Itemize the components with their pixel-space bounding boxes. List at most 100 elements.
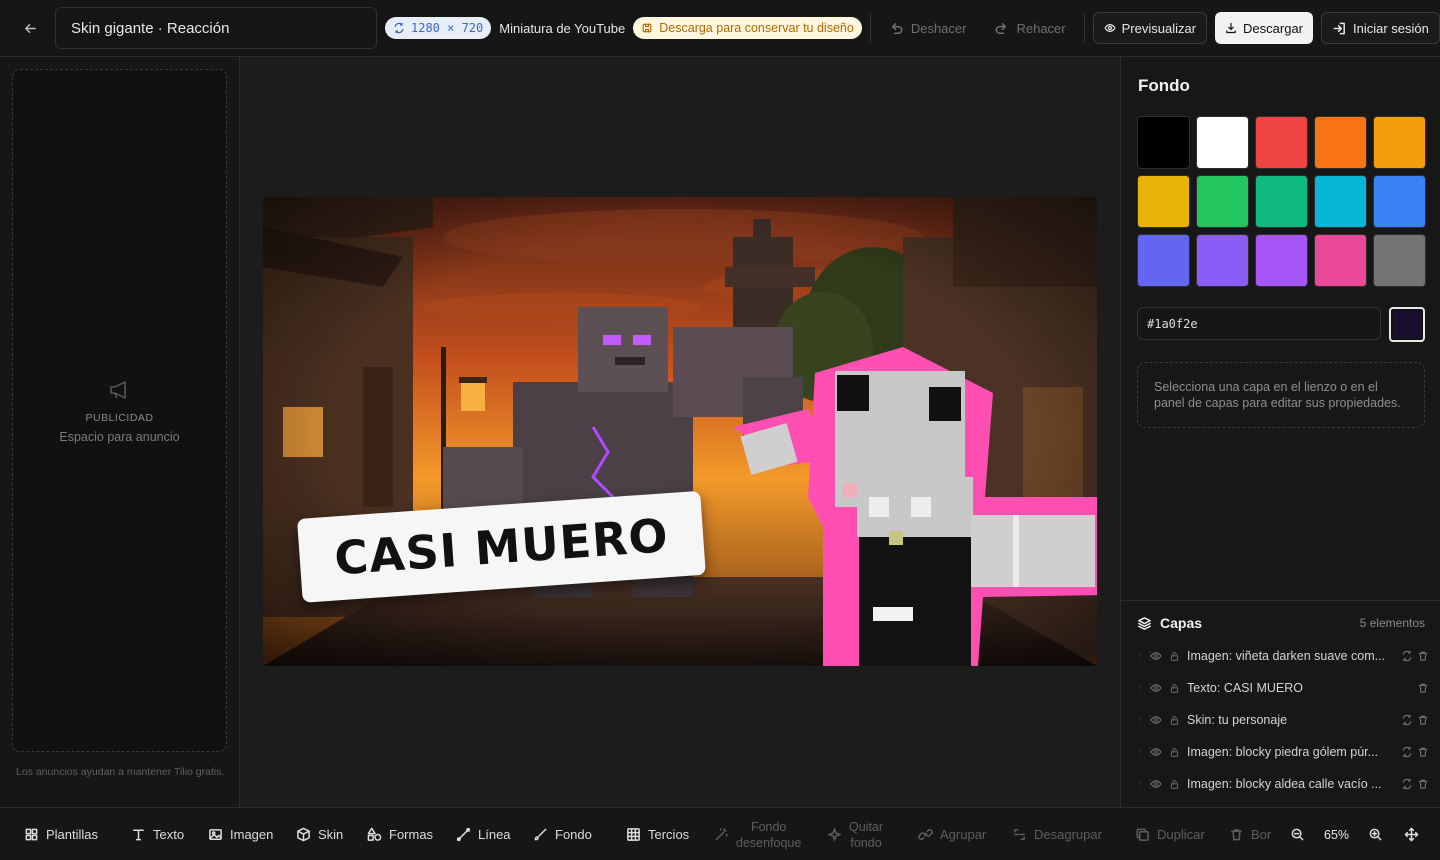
thirds-tool-label: Tercios (648, 827, 690, 842)
ad-sidebar: PUBLICIDAD Espacio para anuncio Los anun… (0, 57, 240, 807)
login-label: Iniciar sesión (1353, 20, 1429, 36)
lock-icon[interactable] (1165, 651, 1183, 662)
zoom-out-button[interactable] (1290, 808, 1305, 860)
copy-icon (1136, 828, 1149, 841)
line-tool-button[interactable]: Línea (456, 808, 511, 860)
download-button[interactable]: Descargar (1215, 12, 1313, 44)
color-swatch-grid (1137, 116, 1426, 287)
layers-title: Capas (1137, 615, 1202, 631)
remove-background-button[interactable]: Quitar fondo (827, 808, 883, 860)
lock-icon[interactable] (1165, 683, 1183, 694)
save-icon (642, 23, 652, 33)
remove-background-label-1: Quitar (849, 819, 884, 834)
color-swatch[interactable] (1373, 234, 1426, 287)
color-swatch[interactable] (1255, 175, 1308, 228)
color-swatch[interactable] (1137, 116, 1190, 169)
trash-icon[interactable] (1415, 714, 1431, 726)
layer-row[interactable]: ⋮⋮ Imagen: viñeta darken suave com... (1135, 644, 1431, 668)
eye-icon[interactable] (1147, 714, 1165, 726)
blur-background-button[interactable]: Fondo desenfoque (714, 808, 801, 860)
drag-handle-icon[interactable]: ⋮⋮ (1135, 747, 1155, 758)
replace-icon[interactable] (1399, 714, 1415, 726)
color-picker-button[interactable] (1389, 307, 1425, 342)
replace-icon[interactable] (1399, 778, 1415, 790)
trash-icon[interactable] (1415, 682, 1431, 694)
eye-icon[interactable] (1147, 650, 1165, 662)
layers-title-label: Capas (1160, 615, 1203, 631)
color-swatch[interactable] (1255, 234, 1308, 287)
delete-button[interactable]: Bor (1229, 808, 1271, 860)
color-swatch[interactable] (1314, 116, 1367, 169)
drag-handle-icon[interactable]: ⋮⋮ (1135, 715, 1155, 726)
layers-header: Capas 5 elementos (1137, 615, 1425, 631)
text-tool-button[interactable]: Texto (131, 808, 184, 860)
bottom-toolbar: Plantillas Texto Imagen Skin Formas Líne… (0, 807, 1440, 860)
remove-background-label-2: fondo (850, 835, 882, 850)
undo-button[interactable]: Deshacer (879, 11, 977, 45)
lock-icon[interactable] (1165, 715, 1183, 726)
hex-color-value: #1a0f2e (1147, 316, 1198, 331)
lock-icon[interactable] (1165, 747, 1183, 758)
eye-icon[interactable] (1147, 746, 1165, 758)
layer-row[interactable]: ⋮⋮ Skin: tu personaje (1135, 708, 1431, 732)
image-tool-button[interactable]: Imagen (208, 808, 273, 860)
canvas-workspace[interactable]: CASI MUERO (240, 57, 1120, 807)
background-tool-button[interactable]: Fondo (533, 808, 592, 860)
selection-hint: Selecciona una capa en el lienzo o en el… (1137, 362, 1425, 428)
replace-icon[interactable] (1399, 746, 1415, 758)
line-icon (456, 827, 471, 842)
thirds-tool-button[interactable]: Tercios (626, 808, 689, 860)
drag-handle-icon[interactable]: ⋮⋮ (1135, 779, 1155, 790)
color-swatch[interactable] (1373, 175, 1426, 228)
shapes-icon (367, 827, 382, 841)
layer-row[interactable]: ⋮⋮ Imagen: blocky piedra gólem púr... (1135, 740, 1431, 764)
blur-background-label-1: Fondo (750, 819, 787, 834)
fit-to-screen-button[interactable] (1404, 808, 1419, 860)
color-swatch[interactable] (1196, 116, 1249, 169)
drag-handle-icon[interactable]: ⋮⋮ (1135, 651, 1155, 662)
unlink-icon (1014, 829, 1025, 840)
redo-icon (996, 22, 1007, 34)
design-canvas[interactable]: CASI MUERO (263, 197, 1097, 666)
undo-icon (891, 22, 903, 34)
zoom-in-button[interactable] (1368, 808, 1383, 860)
cube-icon (297, 827, 310, 842)
group-button[interactable]: Agrupar (918, 808, 986, 860)
project-title-input[interactable]: Skin gigante · Reacción (55, 7, 377, 49)
back-button[interactable] (11, 9, 49, 47)
replace-icon[interactable] (1399, 650, 1415, 662)
color-swatch[interactable] (1255, 116, 1308, 169)
templates-tool-button[interactable]: Plantillas (24, 808, 98, 860)
dimensions-badge[interactable]: 1280 × 720 (385, 17, 492, 39)
layer-row[interactable]: ⋮⋮ Imagen: blocky aldea calle vacío ... (1135, 772, 1431, 796)
ad-subtitle: Espacio para anuncio (59, 429, 180, 444)
color-swatch[interactable] (1137, 234, 1190, 287)
color-swatch[interactable] (1196, 175, 1249, 228)
color-swatch[interactable] (1314, 234, 1367, 287)
shapes-tool-button[interactable]: Formas (367, 808, 433, 860)
lock-icon[interactable] (1165, 779, 1183, 790)
skin-tool-button[interactable]: Skin (296, 808, 343, 860)
image-icon (209, 829, 222, 840)
preview-button[interactable]: Previsualizar (1092, 12, 1208, 44)
ad-slot[interactable]: PUBLICIDAD Espacio para anuncio (12, 69, 227, 752)
login-button[interactable]: Iniciar sesión (1321, 12, 1440, 44)
download-label: Descargar (1243, 20, 1303, 36)
duplicate-button[interactable]: Duplicar (1135, 808, 1205, 860)
color-swatch[interactable] (1137, 175, 1190, 228)
drag-handle-icon[interactable]: ⋮⋮ (1135, 683, 1155, 694)
download-warning-text: Descarga para conservar tu diseño (659, 21, 854, 35)
redo-button[interactable]: Rehacer (984, 11, 1075, 45)
ungroup-button[interactable]: Desagrupar (1012, 808, 1102, 860)
eye-icon[interactable] (1147, 682, 1165, 694)
color-swatch[interactable] (1196, 234, 1249, 287)
hex-color-input[interactable]: #1a0f2e (1137, 307, 1381, 340)
trash-icon[interactable] (1415, 650, 1431, 662)
download-warning-badge[interactable]: Descarga para conservar tu diseño (633, 17, 862, 39)
trash-icon[interactable] (1415, 746, 1431, 758)
color-swatch[interactable] (1314, 175, 1367, 228)
eye-icon[interactable] (1147, 778, 1165, 790)
color-swatch[interactable] (1373, 116, 1426, 169)
layer-row[interactable]: ⋮⋮ Texto: CASI MUERO (1135, 676, 1431, 700)
trash-icon[interactable] (1415, 778, 1431, 790)
